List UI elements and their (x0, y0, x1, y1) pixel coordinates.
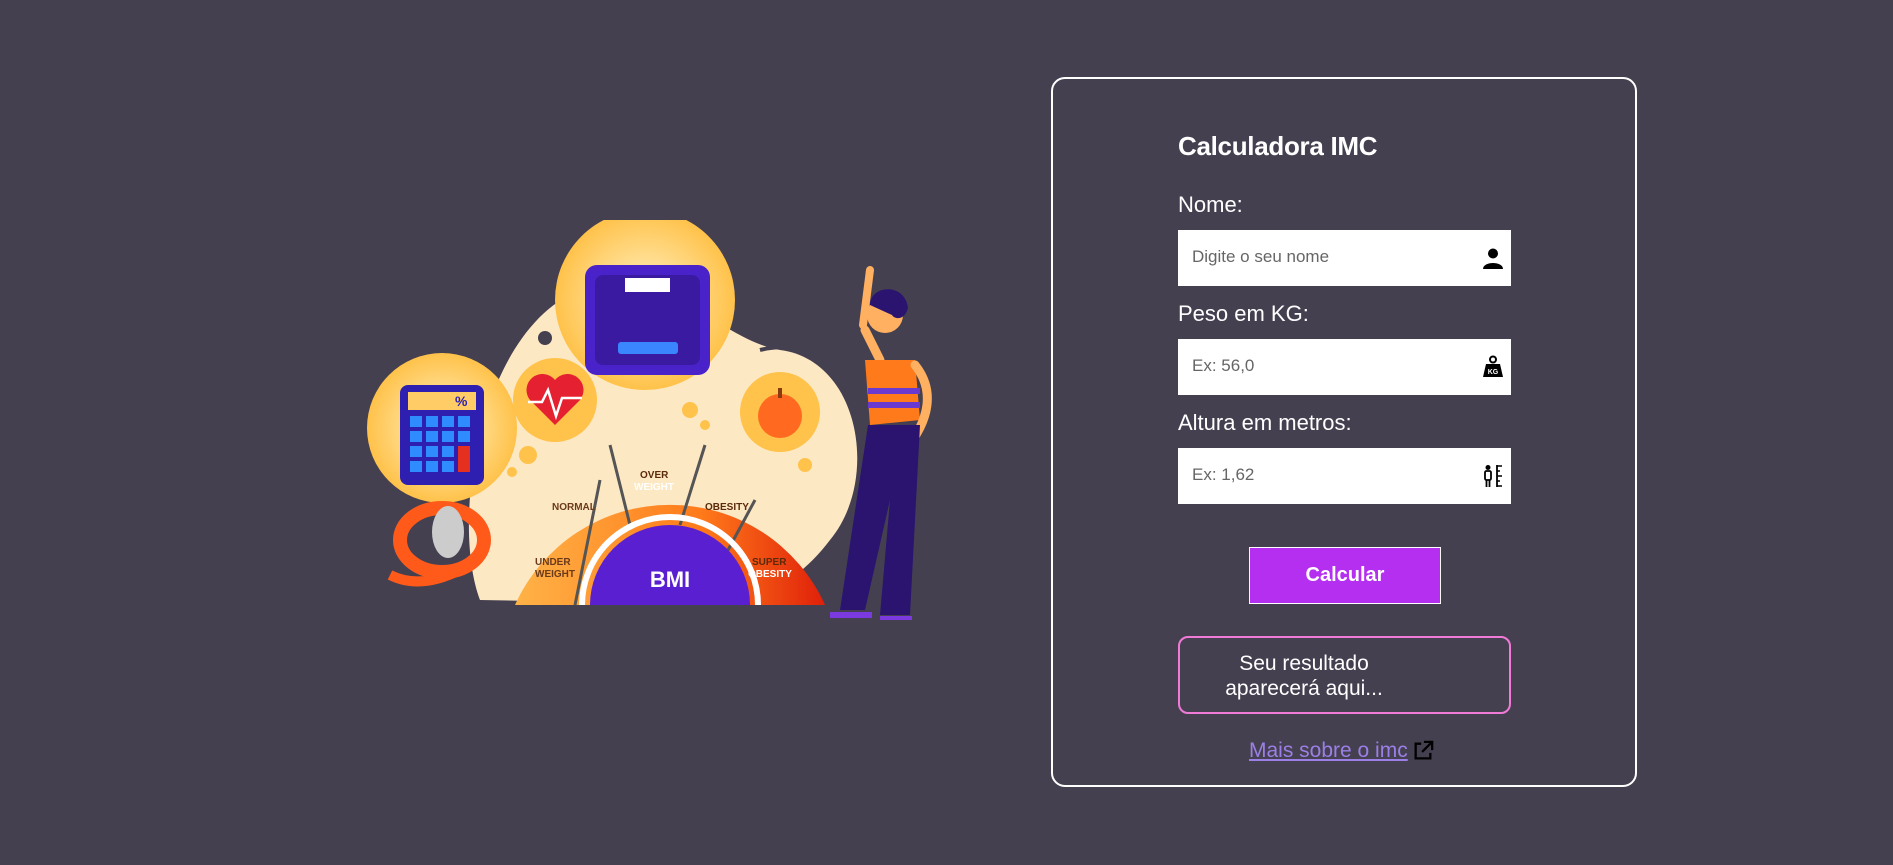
weight-label: Peso em KG: (1178, 301, 1309, 326)
more-link-text[interactable]: Mais sobre o imc (1249, 739, 1408, 763)
svg-text:SUPER: SUPER (752, 557, 787, 568)
svg-text:UNDER: UNDER (535, 557, 571, 568)
svg-text:%: % (455, 393, 468, 409)
page-title: Calculadora IMC (1178, 131, 1378, 161)
svg-text:KG: KG (1488, 369, 1499, 376)
name-input[interactable] (1178, 230, 1486, 284)
svg-text:WEIGHT: WEIGHT (634, 482, 674, 493)
svg-text:OBESITY: OBESITY (748, 569, 792, 580)
weight-field-wrapper: KG (1178, 339, 1511, 395)
kettlebell-icon: KG (1483, 355, 1503, 377)
svg-text:NORMAL: NORMAL (552, 502, 596, 513)
height-label: Altura em metros: (1178, 410, 1352, 435)
apple-icon (740, 372, 820, 452)
weight-input[interactable] (1178, 339, 1486, 393)
name-field-wrapper (1178, 230, 1511, 286)
height-field-wrapper (1178, 448, 1511, 504)
calculate-button[interactable]: Calcular (1249, 547, 1441, 604)
svg-text:WEIGHT: WEIGHT (535, 569, 575, 580)
name-label: Nome: (1178, 192, 1243, 217)
calculator-icon: % (367, 353, 517, 503)
more-about-bmi-link[interactable]: Mais sobre o imc (1249, 739, 1434, 763)
user-icon (1483, 248, 1503, 269)
result-box: Seu resultado aparecerá aqui... (1178, 636, 1511, 714)
bmi-calculator-panel: Calculadora IMC Nome: Peso em KG: KG Alt… (1051, 77, 1637, 787)
height-input[interactable] (1178, 448, 1486, 502)
bmi-illustration: BMI UNDER WEIGHT NORMAL OVER WEIGHT OBES… (360, 210, 940, 622)
svg-text:OBESITY: OBESITY (705, 502, 749, 513)
result-line-2: aparecerá aqui... (1225, 677, 1383, 700)
bmi-label: BMI (650, 567, 690, 592)
height-measure-icon (1484, 465, 1502, 487)
external-link-icon[interactable] (1412, 740, 1434, 762)
result-line-1: Seu resultado (1239, 652, 1369, 675)
svg-text:OVER: OVER (640, 470, 669, 481)
heart-icon (513, 358, 597, 442)
